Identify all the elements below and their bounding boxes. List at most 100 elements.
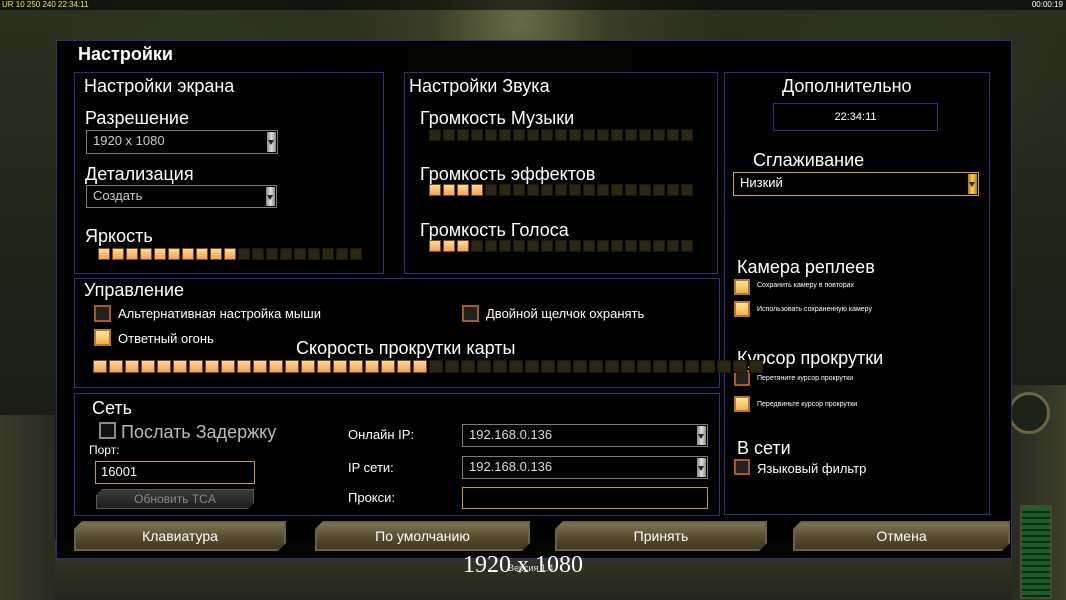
slider-segment[interactable] — [280, 248, 292, 260]
slider-segment[interactable] — [429, 240, 441, 252]
slider-segment[interactable] — [555, 184, 567, 196]
slider-segment[interactable] — [569, 184, 581, 196]
slider-segment[interactable] — [681, 240, 693, 252]
detail-select[interactable]: Создать — [86, 185, 277, 208]
slider-segment[interactable] — [168, 248, 180, 260]
effects-volume-slider[interactable] — [429, 184, 693, 197]
slider-segment[interactable] — [653, 129, 665, 141]
chevron-down-icon[interactable] — [267, 132, 276, 152]
slider-segment[interactable] — [112, 248, 124, 260]
send-delay-checkbox[interactable] — [99, 422, 116, 439]
accept-button[interactable]: Принять — [555, 521, 767, 551]
slider-segment[interactable] — [569, 240, 581, 252]
slider-segment[interactable] — [667, 240, 679, 252]
slider-segment[interactable] — [93, 360, 107, 373]
resolution-select[interactable]: 1920 x 1080 — [86, 130, 278, 154]
online-ip-select[interactable]: 192.168.0.136 — [462, 424, 708, 447]
slider-segment[interactable] — [221, 360, 235, 373]
slider-segment[interactable] — [210, 248, 222, 260]
slider-segment[interactable] — [573, 360, 587, 373]
replay-use-saved-checkbox[interactable] — [734, 301, 750, 317]
slider-segment[interactable] — [527, 184, 539, 196]
slider-segment[interactable] — [457, 240, 469, 252]
slider-segment[interactable] — [541, 129, 553, 141]
slider-segment[interactable] — [557, 360, 571, 373]
chevron-down-icon[interactable] — [266, 187, 275, 206]
slider-segment[interactable] — [125, 360, 139, 373]
slider-segment[interactable] — [681, 184, 693, 196]
lan-ip-select[interactable]: 192.168.0.136 — [462, 456, 708, 479]
proxy-field[interactable] — [462, 487, 708, 509]
slider-segment[interactable] — [253, 360, 267, 373]
scroll-speed-slider[interactable] — [93, 360, 763, 373]
slider-segment[interactable] — [733, 360, 747, 373]
slider-segment[interactable] — [625, 240, 637, 252]
slider-segment[interactable] — [555, 240, 567, 252]
slider-segment[interactable] — [477, 360, 491, 373]
defaults-button[interactable]: По умолчанию — [315, 521, 530, 551]
slider-segment[interactable] — [597, 240, 609, 252]
slider-segment[interactable] — [513, 240, 525, 252]
slider-segment[interactable] — [485, 240, 497, 252]
slider-segment[interactable] — [621, 360, 635, 373]
slider-segment[interactable] — [461, 360, 475, 373]
slider-segment[interactable] — [541, 360, 555, 373]
slider-segment[interactable] — [336, 248, 348, 260]
slider-segment[interactable] — [625, 129, 637, 141]
slider-segment[interactable] — [238, 248, 250, 260]
double-click-checkbox[interactable] — [462, 305, 479, 322]
slider-segment[interactable] — [611, 240, 623, 252]
language-filter-checkbox[interactable] — [734, 459, 750, 475]
slider-segment[interactable] — [98, 248, 110, 260]
slider-segment[interactable] — [443, 240, 455, 252]
slider-segment[interactable] — [527, 240, 539, 252]
slider-segment[interactable] — [141, 360, 155, 373]
chevron-down-icon[interactable] — [697, 458, 706, 477]
slider-segment[interactable] — [381, 360, 395, 373]
slider-segment[interactable] — [349, 360, 363, 373]
slider-segment[interactable] — [525, 360, 539, 373]
port-field[interactable]: 16001 — [95, 461, 255, 484]
slider-segment[interactable] — [625, 184, 637, 196]
slider-segment[interactable] — [685, 360, 699, 373]
slider-segment[interactable] — [589, 360, 603, 373]
slider-segment[interactable] — [205, 360, 219, 373]
slider-segment[interactable] — [749, 360, 763, 373]
slider-segment[interactable] — [285, 360, 299, 373]
slider-segment[interactable] — [308, 248, 320, 260]
slider-segment[interactable] — [443, 184, 455, 196]
slider-segment[interactable] — [154, 248, 166, 260]
slider-segment[interactable] — [605, 360, 619, 373]
slider-segment[interactable] — [429, 360, 443, 373]
replay-save-camera-checkbox[interactable] — [734, 279, 750, 295]
slider-segment[interactable] — [365, 360, 379, 373]
slider-segment[interactable] — [541, 240, 553, 252]
slider-segment[interactable] — [569, 129, 581, 141]
slider-segment[interactable] — [541, 184, 553, 196]
slider-segment[interactable] — [317, 360, 331, 373]
keyboard-button[interactable]: Клавиатура — [74, 521, 286, 551]
music-volume-slider[interactable] — [429, 129, 693, 142]
slider-segment[interactable] — [471, 184, 483, 196]
slider-segment[interactable] — [301, 360, 315, 373]
slider-segment[interactable] — [583, 240, 595, 252]
slider-segment[interactable] — [140, 248, 152, 260]
slider-segment[interactable] — [681, 129, 693, 141]
slider-segment[interactable] — [639, 129, 651, 141]
slider-segment[interactable] — [457, 129, 469, 141]
slider-segment[interactable] — [499, 184, 511, 196]
slider-segment[interactable] — [639, 240, 651, 252]
slider-segment[interactable] — [443, 129, 455, 141]
slider-segment[interactable] — [269, 360, 283, 373]
slider-segment[interactable] — [583, 129, 595, 141]
slider-segment[interactable] — [653, 184, 665, 196]
slider-segment[interactable] — [597, 129, 609, 141]
alt-mouse-checkbox[interactable] — [94, 305, 111, 322]
slider-segment[interactable] — [527, 129, 539, 141]
slider-segment[interactable] — [669, 360, 683, 373]
slider-segment[interactable] — [701, 360, 715, 373]
slider-segment[interactable] — [157, 360, 171, 373]
slider-segment[interactable] — [266, 248, 278, 260]
slider-segment[interactable] — [252, 248, 264, 260]
chevron-down-icon[interactable] — [968, 174, 977, 194]
